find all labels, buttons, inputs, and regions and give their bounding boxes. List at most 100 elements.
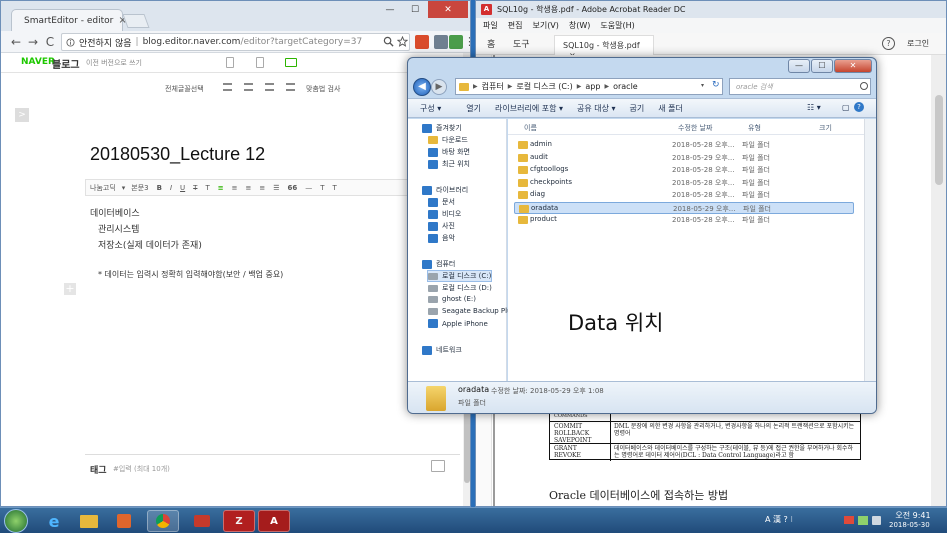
tab-document[interactable]: SQL10g - 학생용.pdf ×: [554, 35, 654, 60]
body-text-line[interactable]: * 데이터는 입력시 정확히 입력해야함(보안 / 백업 중요): [98, 269, 283, 280]
view-options-icon[interactable]: ☷ ▾: [800, 103, 828, 112]
include-in-library-button[interactable]: 라이브러리에 포함 ▾: [488, 103, 570, 114]
column-type[interactable]: 유형: [748, 123, 761, 133]
align-icon[interactable]: [265, 83, 274, 91]
explorer-address-bar[interactable]: ▶ 컴퓨터 ▶ 로컬 디스크 (C:) ▶ app ▶ oracle ▾ ↻: [455, 78, 723, 95]
start-button[interactable]: [4, 509, 28, 533]
slides-app-icon[interactable]: [186, 510, 218, 532]
justify-button[interactable]: ≡: [255, 184, 269, 192]
login-button[interactable]: 로그인: [907, 38, 929, 49]
help-icon[interactable]: ?: [854, 102, 864, 112]
align-right-button[interactable]: ≡: [241, 184, 255, 192]
previous-version-link[interactable]: 이전 버전으로 쓰기: [86, 58, 142, 68]
forward-button[interactable]: →: [26, 34, 40, 50]
open-button[interactable]: 열기: [448, 103, 488, 114]
spellcheck-button[interactable]: 맞춤법 검사: [306, 84, 340, 94]
internet-explorer-icon[interactable]: e: [38, 510, 70, 532]
underline-button[interactable]: U: [176, 184, 189, 192]
acrobat-scrollbar[interactable]: [931, 55, 946, 506]
font-dropdown-arrow-icon[interactable]: ▾: [120, 184, 128, 192]
sidebar-item[interactable]: 로컬 디스크 (C:): [426, 270, 493, 282]
sidebar-item[interactable]: 라이브러리: [422, 185, 468, 195]
body-text-line[interactable]: 데이터베이스: [90, 206, 140, 219]
file-row[interactable]: cfgtoollogs 2018-05-28 오후... 파일 폴더: [514, 164, 854, 176]
menu-file[interactable]: 파일: [483, 20, 498, 31]
refresh-icon[interactable]: ↻: [712, 80, 720, 90]
filezilla-icon[interactable]: Z: [223, 510, 255, 532]
sidebar-item[interactable]: 즐겨찾기: [422, 123, 462, 133]
tablet-view-icon[interactable]: [256, 57, 264, 68]
strikethrough-button[interactable]: T: [189, 184, 201, 192]
naver-logo[interactable]: NAVER: [21, 57, 55, 67]
media-player-icon[interactable]: [108, 510, 140, 532]
align-icon[interactable]: [223, 83, 232, 91]
flag-icon[interactable]: [844, 516, 854, 524]
image-icon[interactable]: [431, 460, 445, 472]
explorer-scrollbar[interactable]: [864, 119, 876, 381]
clock-date[interactable]: 2018-05-30: [889, 521, 930, 529]
tag-input[interactable]: #입력 (최대 10개): [113, 464, 170, 474]
sidebar-item[interactable]: Seagate Backup Plu: [428, 307, 512, 315]
burn-button[interactable]: 굽기: [623, 103, 652, 114]
column-date[interactable]: 수정한 날짜: [678, 123, 712, 133]
menu-help[interactable]: 도움말(H): [600, 20, 634, 31]
tab-home[interactable]: 홈: [487, 37, 495, 50]
back-button[interactable]: ◀: [413, 78, 431, 96]
file-row[interactable]: admin 2018-05-28 오후... 파일 폴더: [514, 139, 854, 151]
sidebar-item[interactable]: 비디오: [428, 209, 461, 219]
pc-view-icon[interactable]: [285, 58, 297, 67]
file-row[interactable]: oradata 2018-05-29 오후... 파일 폴더: [514, 201, 854, 214]
sidebar-item[interactable]: 네트워크: [422, 345, 462, 355]
breadcrumb-arrow-icon[interactable]: ▶: [604, 83, 609, 90]
system-tray[interactable]: A 漢 ? ⁝: [765, 514, 793, 525]
menu-window[interactable]: 창(W): [569, 20, 591, 31]
minimize-button[interactable]: —: [788, 59, 810, 73]
chrome-taskbar-icon[interactable]: [147, 510, 179, 532]
bookmark-star-icon[interactable]: [397, 36, 408, 47]
volume-icon[interactable]: [872, 516, 881, 525]
organize-button[interactable]: 구성 ▾: [408, 103, 448, 114]
forward-button[interactable]: ▶: [431, 79, 447, 95]
file-row[interactable]: checkpoints 2018-05-28 오후... 파일 폴더: [514, 177, 854, 189]
close-button[interactable]: ✕: [834, 59, 872, 73]
sidebar-item[interactable]: 사진: [428, 221, 455, 231]
tab-tools[interactable]: 도구: [513, 37, 530, 50]
bold-button[interactable]: B: [153, 184, 166, 192]
breadcrumb-arrow-icon[interactable]: ▶: [473, 83, 478, 90]
body-text-line[interactable]: 저장소(실제 데이터가 존재): [98, 238, 202, 251]
italic-button[interactable]: I: [166, 184, 176, 192]
breadcrumb-computer[interactable]: 컴퓨터: [482, 81, 504, 92]
close-button[interactable]: ✕: [428, 1, 468, 18]
breadcrumb-app[interactable]: app: [585, 82, 600, 91]
column-size[interactable]: 크기: [819, 123, 832, 133]
file-row[interactable]: diag 2018-05-28 오후... 파일 폴더: [514, 189, 854, 201]
help-icon[interactable]: ?: [882, 37, 895, 50]
back-button[interactable]: ←: [9, 34, 23, 50]
network-status-icon[interactable]: [858, 516, 868, 525]
acrobat-taskbar-icon[interactable]: A: [258, 510, 290, 532]
scrollbar-thumb[interactable]: [935, 95, 943, 185]
menu-edit[interactable]: 편집: [508, 20, 523, 31]
align-icon[interactable]: [286, 83, 295, 91]
reload-button[interactable]: C: [43, 34, 57, 50]
extension-icon[interactable]: [434, 35, 448, 49]
new-folder-button[interactable]: 새 폴더: [651, 103, 690, 114]
dropdown-arrow-icon[interactable]: ▾: [701, 82, 704, 89]
new-tab-button[interactable]: [122, 14, 150, 28]
sidebar-item[interactable]: 로컬 디스크 (D:): [428, 283, 492, 293]
column-name[interactable]: 이름: [524, 123, 537, 133]
sidebar-item[interactable]: 문서: [428, 197, 455, 207]
maximize-button[interactable]: ☐: [403, 1, 427, 18]
address-bar[interactable]: 안전하지 않음 | blog.editor.naver.com/editor?t…: [61, 33, 410, 51]
font-family-select[interactable]: 나눔고딕: [86, 183, 120, 193]
share-with-button[interactable]: 공유 대상 ▾: [570, 103, 623, 114]
blog-title[interactable]: 블로그: [52, 56, 80, 71]
search-icon[interactable]: [860, 82, 868, 90]
breadcrumb-oracle[interactable]: oracle: [613, 82, 638, 91]
sidebar-toggle-button[interactable]: >: [15, 108, 29, 122]
sidebar-item[interactable]: ghost (E:): [428, 295, 476, 303]
sidebar-item[interactable]: 음악: [428, 233, 455, 243]
file-row[interactable]: product 2018-05-28 오후... 파일 폴더: [514, 214, 854, 226]
horizontal-line-button[interactable]: —: [301, 184, 316, 192]
minimize-button[interactable]: —: [378, 1, 402, 18]
